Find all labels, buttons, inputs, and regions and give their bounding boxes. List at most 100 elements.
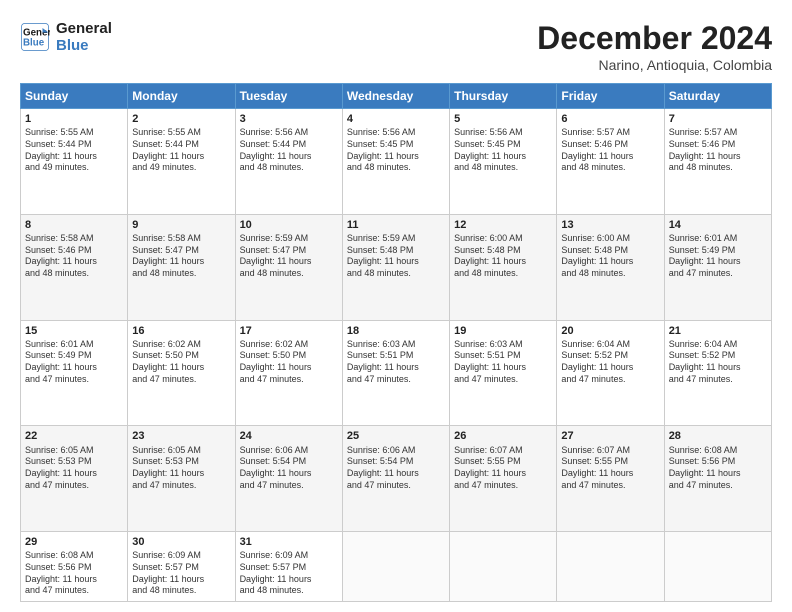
day-number: 8: [25, 218, 123, 232]
logo-icon: General Blue: [20, 22, 50, 52]
day-number: 21: [669, 324, 767, 338]
calendar-cell: 21Sunrise: 6:04 AM Sunset: 5:52 PM Dayli…: [664, 320, 771, 426]
calendar-cell: 19Sunrise: 6:03 AM Sunset: 5:51 PM Dayli…: [450, 320, 557, 426]
calendar-body: 1 Sunrise: 5:55 AM Sunset: 5:44 PM Daylig…: [21, 109, 772, 602]
cell-info: Sunrise: 6:03 AM Sunset: 5:51 PM Dayligh…: [454, 339, 552, 386]
calendar-cell: [664, 532, 771, 602]
day-number: 4: [347, 112, 445, 126]
cell-info: Sunrise: 6:06 AM Sunset: 5:54 PM Dayligh…: [347, 445, 445, 492]
calendar-cell: 12Sunrise: 6:00 AM Sunset: 5:48 PM Dayli…: [450, 214, 557, 320]
logo-blue: Blue: [56, 37, 112, 54]
cell-info: Sunrise: 6:05 AM Sunset: 5:53 PM Dayligh…: [25, 445, 123, 492]
day-number: 10: [240, 218, 338, 232]
calendar-cell: 31Sunrise: 6:09 AM Sunset: 5:57 PM Dayli…: [235, 532, 342, 602]
cell-info: Sunrise: 6:02 AM Sunset: 5:50 PM Dayligh…: [132, 339, 230, 386]
cell-info: Sunrise: 5:58 AM Sunset: 5:47 PM Dayligh…: [132, 233, 230, 280]
day-number: 20: [561, 324, 659, 338]
day-number: 31: [240, 535, 338, 549]
cell-info: Sunrise: 6:04 AM Sunset: 5:52 PM Dayligh…: [561, 339, 659, 386]
calendar-cell: 26Sunrise: 6:07 AM Sunset: 5:55 PM Dayli…: [450, 426, 557, 532]
cell-info: Sunrise: 5:59 AM Sunset: 5:47 PM Dayligh…: [240, 233, 338, 280]
day-number: 24: [240, 429, 338, 443]
cell-info: Sunrise: 5:56 AM Sunset: 5:45 PM Dayligh…: [454, 127, 552, 174]
cell-info: Sunrise: 6:07 AM Sunset: 5:55 PM Dayligh…: [561, 445, 659, 492]
cell-info: Sunrise: 6:08 AM Sunset: 5:56 PM Dayligh…: [25, 550, 123, 597]
calendar-cell: 30Sunrise: 6:09 AM Sunset: 5:57 PM Dayli…: [128, 532, 235, 602]
day-number: 30: [132, 535, 230, 549]
day-number: 22: [25, 429, 123, 443]
calendar-cell: 4Sunrise: 5:56 AM Sunset: 5:45 PM Daylig…: [342, 109, 449, 215]
day-number: 15: [25, 324, 123, 338]
day-number: 29: [25, 535, 123, 549]
cell-info: Sunrise: 6:02 AM Sunset: 5:50 PM Dayligh…: [240, 339, 338, 386]
calendar-cell: [342, 532, 449, 602]
col-header-sunday: Sunday: [21, 84, 128, 109]
cell-info: Sunrise: 6:09 AM Sunset: 5:57 PM Dayligh…: [132, 550, 230, 597]
cell-info: Sunrise: 5:59 AM Sunset: 5:48 PM Dayligh…: [347, 233, 445, 280]
cell-info: Sunrise: 6:00 AM Sunset: 5:48 PM Dayligh…: [454, 233, 552, 280]
day-number: 23: [132, 429, 230, 443]
header-row: SundayMondayTuesdayWednesdayThursdayFrid…: [21, 84, 772, 109]
week-row-3: 15Sunrise: 6:01 AM Sunset: 5:49 PM Dayli…: [21, 320, 772, 426]
calendar-cell: 17Sunrise: 6:02 AM Sunset: 5:50 PM Dayli…: [235, 320, 342, 426]
cell-info: Sunrise: 6:01 AM Sunset: 5:49 PM Dayligh…: [25, 339, 123, 386]
col-header-thursday: Thursday: [450, 84, 557, 109]
calendar-cell: 6Sunrise: 5:57 AM Sunset: 5:46 PM Daylig…: [557, 109, 664, 215]
cell-info: Sunrise: 6:05 AM Sunset: 5:53 PM Dayligh…: [132, 445, 230, 492]
cell-info: Sunrise: 6:08 AM Sunset: 5:56 PM Dayligh…: [669, 445, 767, 492]
day-number: 11: [347, 218, 445, 232]
calendar-cell: [450, 532, 557, 602]
calendar-cell: 20Sunrise: 6:04 AM Sunset: 5:52 PM Dayli…: [557, 320, 664, 426]
calendar-cell: 16Sunrise: 6:02 AM Sunset: 5:50 PM Dayli…: [128, 320, 235, 426]
day-number: 6: [561, 112, 659, 126]
day-number: 5: [454, 112, 552, 126]
day-number: 17: [240, 324, 338, 338]
col-header-friday: Friday: [557, 84, 664, 109]
calendar-cell: 10Sunrise: 5:59 AM Sunset: 5:47 PM Dayli…: [235, 214, 342, 320]
col-header-saturday: Saturday: [664, 84, 771, 109]
day-number: 18: [347, 324, 445, 338]
header: General Blue General Blue December 2024 …: [20, 20, 772, 73]
day-number: 16: [132, 324, 230, 338]
calendar-cell: 2Sunrise: 5:55 AM Sunset: 5:44 PM Daylig…: [128, 109, 235, 215]
calendar-header: SundayMondayTuesdayWednesdayThursdayFrid…: [21, 84, 772, 109]
calendar-cell: 23 Sunrise: 6:05 AM Sunset: 5:53 PM Dayli…: [128, 426, 235, 532]
cell-info: Sunrise: 5:56 AM Sunset: 5:45 PM Dayligh…: [347, 127, 445, 174]
logo-general: General: [56, 20, 112, 37]
cell-info: Sunrise: 5:58 AM Sunset: 5:46 PM Dayligh…: [25, 233, 123, 280]
day-number: 26: [454, 429, 552, 443]
calendar-cell: 9Sunrise: 5:58 AM Sunset: 5:47 PM Daylig…: [128, 214, 235, 320]
calendar-cell: 7Sunrise: 5:57 AM Sunset: 5:46 PM Daylig…: [664, 109, 771, 215]
calendar: SundayMondayTuesdayWednesdayThursdayFrid…: [20, 83, 772, 602]
day-number: 3: [240, 112, 338, 126]
cell-info: Sunrise: 5:56 AM Sunset: 5:44 PM Dayligh…: [240, 127, 338, 174]
month-title: December 2024: [537, 20, 772, 57]
calendar-cell: [557, 532, 664, 602]
col-header-monday: Monday: [128, 84, 235, 109]
day-number: 13: [561, 218, 659, 232]
week-row-5: 29Sunrise: 6:08 AM Sunset: 5:56 PM Dayli…: [21, 532, 772, 602]
calendar-cell: 3Sunrise: 5:56 AM Sunset: 5:44 PM Daylig…: [235, 109, 342, 215]
week-row-1: 1 Sunrise: 5:55 AM Sunset: 5:44 PM Daylig…: [21, 109, 772, 215]
title-block: December 2024 Narino, Antioquia, Colombi…: [537, 20, 772, 73]
cell-info: Sunrise: 5:55 AM Sunset: 5:44 PM Dayligh…: [132, 127, 230, 174]
day-number: 28: [669, 429, 767, 443]
calendar-cell: 5Sunrise: 5:56 AM Sunset: 5:45 PM Daylig…: [450, 109, 557, 215]
calendar-cell: 25 Sunrise: 6:06 AM Sunset: 5:54 PM Dayli…: [342, 426, 449, 532]
svg-text:Blue: Blue: [23, 38, 45, 49]
calendar-cell: 28 Sunrise: 6:08 AM Sunset: 5:56 PM Dayli…: [664, 426, 771, 532]
calendar-cell: 14Sunrise: 6:01 AM Sunset: 5:49 PM Dayli…: [664, 214, 771, 320]
cell-info: Sunrise: 6:03 AM Sunset: 5:51 PM Dayligh…: [347, 339, 445, 386]
day-number: 2: [132, 112, 230, 126]
day-number: 25: [347, 429, 445, 443]
calendar-cell: 11Sunrise: 5:59 AM Sunset: 5:48 PM Dayli…: [342, 214, 449, 320]
day-number: 1: [25, 112, 123, 126]
calendar-cell: 13Sunrise: 6:00 AM Sunset: 5:48 PM Dayli…: [557, 214, 664, 320]
page: General Blue General Blue December 2024 …: [0, 0, 792, 612]
day-number: 7: [669, 112, 767, 126]
cell-info: Sunrise: 6:00 AM Sunset: 5:48 PM Dayligh…: [561, 233, 659, 280]
calendar-cell: 24Sunrise: 6:06 AM Sunset: 5:54 PM Dayli…: [235, 426, 342, 532]
cell-info: Sunrise: 6:01 AM Sunset: 5:49 PM Dayligh…: [669, 233, 767, 280]
cell-info: Sunrise: 6:04 AM Sunset: 5:52 PM Dayligh…: [669, 339, 767, 386]
calendar-cell: 27Sunrise: 6:07 AM Sunset: 5:55 PM Dayli…: [557, 426, 664, 532]
